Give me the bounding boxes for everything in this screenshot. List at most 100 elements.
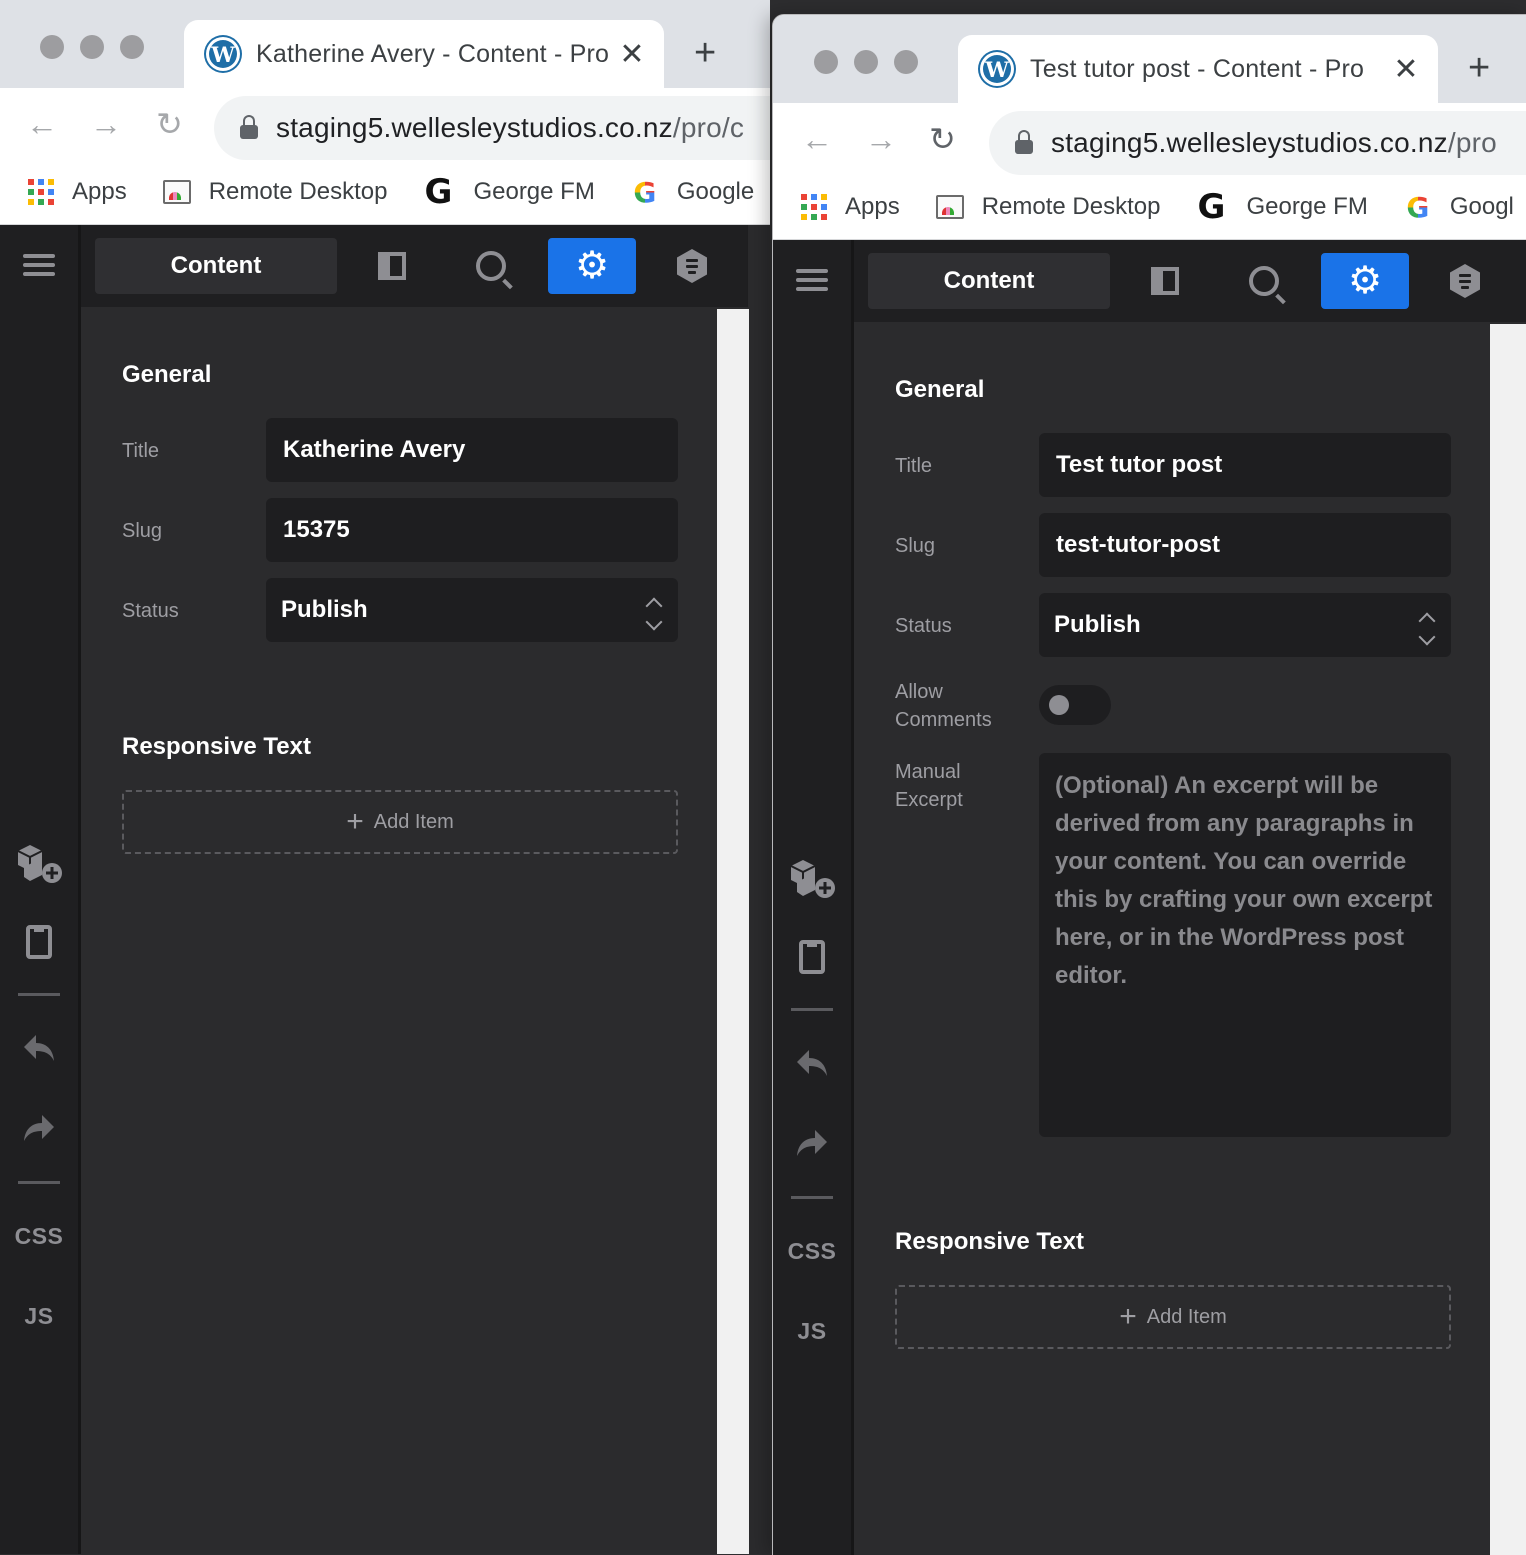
docs-button[interactable] xyxy=(1421,253,1509,309)
zoom-window-button[interactable] xyxy=(894,50,918,74)
reload-icon[interactable]: ↻ xyxy=(156,108,183,140)
status-select[interactable]: Publish xyxy=(1039,593,1451,657)
panel-scrollbar[interactable] xyxy=(1490,324,1526,1555)
bookmark-remote-desktop[interactable]: Remote Desktop xyxy=(935,193,1160,221)
section-title-responsive-text: Responsive Text xyxy=(895,1228,1084,1255)
bookmark-george-fm[interactable]: G George FM xyxy=(1194,187,1367,227)
apps-grid-icon xyxy=(28,179,54,205)
remote-desktop-icon xyxy=(935,195,964,219)
bookmark-apps[interactable]: Apps xyxy=(28,178,127,206)
hamburger-icon[interactable] xyxy=(0,249,78,281)
plus-icon[interactable]: + xyxy=(694,34,716,72)
section-title-responsive-text: Responsive Text xyxy=(122,733,311,760)
minimize-window-button[interactable] xyxy=(80,35,104,59)
tab-strip: W Test tutor post - Content - Pro ✕ + xyxy=(773,15,1526,103)
address-bar[interactable]: staging5.wellesleystudios.co.nz/pro/c xyxy=(214,96,770,160)
arrow-left-icon[interactable]: ← xyxy=(801,123,833,155)
title-input[interactable]: Katherine Avery xyxy=(266,418,678,482)
search-button[interactable] xyxy=(447,238,535,294)
browser-window-right: W Test tutor post - Content - Pro ✕ + ← … xyxy=(772,14,1526,1555)
redo-icon[interactable] xyxy=(0,1113,78,1143)
css-button[interactable]: CSS xyxy=(0,1223,78,1250)
hexagon-doc-icon xyxy=(677,249,707,283)
bookmark-george-fm[interactable]: G George FM xyxy=(421,172,594,212)
section-title-general: General xyxy=(122,361,212,388)
bookmarks-bar: Apps Remote Desktop G George FM G Googl xyxy=(773,175,1526,240)
settings-panel: General Title Katherine Avery Slug 15375… xyxy=(81,309,717,1554)
slug-input[interactable]: test-tutor-post xyxy=(1039,513,1451,577)
js-button[interactable]: JS xyxy=(0,1303,78,1330)
layout-button[interactable] xyxy=(1121,253,1209,309)
title-label: Title xyxy=(122,440,160,462)
tab-content[interactable]: Content xyxy=(95,238,337,294)
plus-icon[interactable]: + xyxy=(1468,49,1490,87)
builder-topbar: Content ⚙ xyxy=(81,225,748,307)
browser-tab[interactable]: W Katherine Avery - Content - Pro ✕ xyxy=(184,20,664,88)
gear-icon: ⚙ xyxy=(1347,260,1383,302)
reload-icon[interactable]: ↻ xyxy=(929,123,956,155)
redo-icon[interactable] xyxy=(773,1128,851,1158)
undo-icon[interactable] xyxy=(0,1033,78,1063)
allow-comments-toggle[interactable] xyxy=(1039,685,1111,725)
bookmark-google[interactable]: G Google xyxy=(631,176,754,209)
bookmark-google[interactable]: G Googl xyxy=(1404,191,1514,224)
status-select[interactable]: Publish xyxy=(266,578,678,642)
slug-label: Slug xyxy=(122,520,163,542)
allow-comments-label: Allow Comments xyxy=(895,681,992,731)
lock-icon xyxy=(240,115,258,139)
layout-button[interactable] xyxy=(348,238,436,294)
chevron-updown-icon xyxy=(1418,611,1436,646)
add-item-button[interactable]: + Add Item xyxy=(895,1285,1451,1349)
tablet-icon[interactable] xyxy=(0,925,78,959)
tab-strip: W Katherine Avery - Content - Pro ✕ + xyxy=(0,0,770,88)
plus-icon: + xyxy=(1119,1300,1137,1333)
builder-app: CSS JS Content ⚙ General Title Test tuto… xyxy=(773,240,1526,1555)
title-input[interactable]: Test tutor post xyxy=(1039,433,1451,497)
cubes-plus-icon[interactable] xyxy=(773,856,851,900)
rail-divider xyxy=(791,1196,833,1199)
layout-icon xyxy=(1151,267,1179,295)
close-icon[interactable]: ✕ xyxy=(612,37,652,72)
layout-icon xyxy=(378,252,406,280)
close-icon[interactable]: ✕ xyxy=(1386,52,1426,87)
gear-icon: ⚙ xyxy=(574,245,610,287)
plus-icon: + xyxy=(346,805,364,838)
settings-button[interactable]: ⚙ xyxy=(1321,253,1409,309)
cubes-plus-icon[interactable] xyxy=(0,841,78,885)
minimize-window-button[interactable] xyxy=(854,50,878,74)
tab-title: Katherine Avery - Content - Pro xyxy=(256,39,610,68)
bookmark-remote-desktop[interactable]: Remote Desktop xyxy=(162,178,387,206)
tab-content[interactable]: Content xyxy=(868,253,1110,309)
js-button[interactable]: JS xyxy=(773,1318,851,1345)
css-button[interactable]: CSS xyxy=(773,1238,851,1265)
wordpress-icon: W xyxy=(980,52,1014,86)
slug-input[interactable]: 15375 xyxy=(266,498,678,562)
address-bar[interactable]: staging5.wellesleystudios.co.nz/pro xyxy=(989,111,1526,175)
docs-button[interactable] xyxy=(648,238,736,294)
undo-icon[interactable] xyxy=(773,1048,851,1078)
url-text: staging5.wellesleystudios.co.nz/pro xyxy=(1051,127,1497,158)
arrow-right-icon[interactable]: → xyxy=(90,108,122,140)
remote-desktop-icon xyxy=(162,180,191,204)
panel-scrollbar[interactable] xyxy=(717,309,749,1554)
arrow-right-icon[interactable]: → xyxy=(865,123,897,155)
zoom-window-button[interactable] xyxy=(120,35,144,59)
status-label: Status xyxy=(895,615,952,637)
add-item-button[interactable]: + Add Item xyxy=(122,790,678,854)
browser-tab[interactable]: W Test tutor post - Content - Pro ✕ xyxy=(958,35,1438,103)
left-rail: CSS JS xyxy=(0,225,81,1554)
browser-toolbar: ← → ↻ staging5.wellesleystudios.co.nz/pr… xyxy=(0,88,770,160)
manual-excerpt-textarea[interactable]: (Optional) An excerpt will be derived fr… xyxy=(1039,753,1451,1137)
settings-button[interactable]: ⚙ xyxy=(548,238,636,294)
close-window-button[interactable] xyxy=(40,35,64,59)
rail-divider xyxy=(18,1181,60,1184)
bookmarks-bar: Apps Remote Desktop G George FM G Google xyxy=(0,160,770,225)
tablet-icon[interactable] xyxy=(773,940,851,974)
hamburger-icon[interactable] xyxy=(773,264,851,296)
arrow-left-icon[interactable]: ← xyxy=(26,108,58,140)
google-icon: G xyxy=(631,176,659,209)
search-button[interactable] xyxy=(1220,253,1308,309)
toggle-knob xyxy=(1049,695,1069,715)
bookmark-apps[interactable]: Apps xyxy=(801,193,900,221)
close-window-button[interactable] xyxy=(814,50,838,74)
